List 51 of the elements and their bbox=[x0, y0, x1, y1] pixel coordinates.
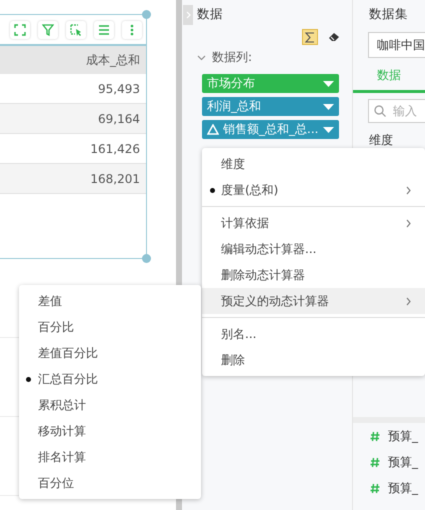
menu-item[interactable]: 百分比 bbox=[19, 314, 201, 340]
measure-item[interactable]: 预算_ bbox=[388, 454, 418, 470]
menu-item[interactable]: 百分位 bbox=[19, 470, 201, 496]
section-heading: 维度 bbox=[369, 132, 394, 149]
dropdown-icon bbox=[323, 104, 334, 110]
resize-handle[interactable] bbox=[142, 10, 151, 19]
hash-icon bbox=[370, 482, 380, 494]
menu-item[interactable]: 删除动态计算器 bbox=[202, 262, 425, 288]
dataset-select[interactable]: 咖啡中国 bbox=[368, 32, 425, 58]
menu-item[interactable]: 计算依据 bbox=[202, 210, 425, 236]
toolbar-button[interactable] bbox=[66, 21, 86, 39]
expand-icon bbox=[14, 24, 26, 36]
toolbar-button[interactable] bbox=[122, 21, 142, 39]
table-cell: 168,201 bbox=[0, 164, 146, 194]
toolbar-button[interactable] bbox=[10, 21, 30, 39]
menu-item[interactable]: 差值 bbox=[19, 288, 201, 314]
collapse-toggle[interactable] bbox=[183, 5, 193, 25]
menu-item[interactable]: 预定义的动态计算器 bbox=[202, 288, 425, 314]
hash-icon bbox=[370, 430, 380, 442]
menu-item[interactable]: 别名... bbox=[202, 321, 425, 347]
panel-title: 数据 bbox=[197, 6, 224, 23]
table-cell: 69,164 bbox=[0, 104, 146, 134]
sigma-icon bbox=[305, 32, 315, 42]
column-header: 成本_总和 bbox=[0, 46, 146, 74]
section-label: 数据列: bbox=[212, 49, 252, 66]
chevron-icon bbox=[186, 11, 190, 19]
list-icon bbox=[98, 24, 110, 36]
menu-item[interactable]: 差值百分比 bbox=[19, 340, 201, 366]
filter-icon bbox=[42, 24, 54, 36]
panel-title: 数据集 bbox=[368, 6, 409, 23]
menu-item[interactable]: 删除 bbox=[202, 347, 425, 373]
menu-item[interactable]: 汇总百分比 bbox=[19, 366, 201, 392]
hash-icon bbox=[370, 456, 380, 468]
dropdown-icon bbox=[323, 80, 334, 86]
search-icon bbox=[374, 105, 386, 117]
toolbar-button[interactable] bbox=[38, 21, 58, 39]
search-field[interactable]: 输入 bbox=[368, 99, 425, 123]
menu-item[interactable]: 排名计算 bbox=[19, 444, 201, 470]
eraser-icon bbox=[328, 32, 340, 42]
selection-icon bbox=[70, 24, 82, 36]
menu-item[interactable]: 度量(总和) bbox=[202, 177, 425, 203]
toolbar-button[interactable] bbox=[94, 21, 114, 39]
menu-item[interactable]: 移动计算 bbox=[19, 418, 201, 444]
measure-item[interactable]: 预算_ bbox=[388, 428, 418, 444]
dropdown-icon bbox=[323, 126, 334, 132]
measure-item[interactable]: 预算_ bbox=[388, 480, 418, 496]
resize-handle[interactable] bbox=[142, 254, 151, 263]
menu-item[interactable]: 编辑动态计算器... bbox=[202, 236, 425, 262]
sum-toggle[interactable] bbox=[302, 29, 318, 45]
menu-item[interactable]: 累积总计 bbox=[19, 392, 201, 418]
menu-item[interactable]: 维度 bbox=[202, 151, 425, 177]
